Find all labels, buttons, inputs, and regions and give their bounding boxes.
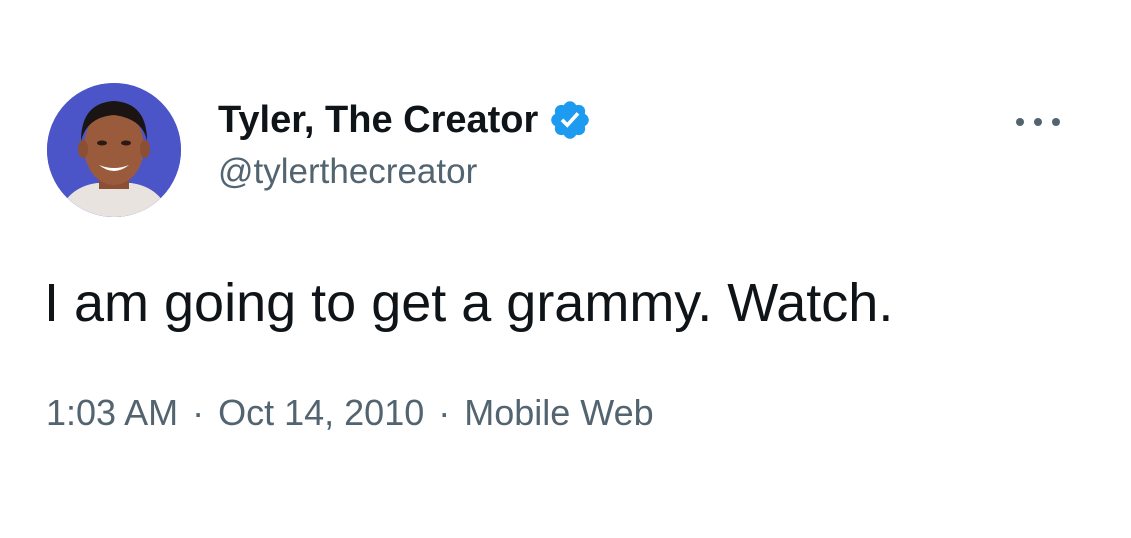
meta-separator: · [438,392,451,433]
more-dot [1034,118,1042,126]
tweet-metadata: 1:03 AM · Oct 14, 2010 · Mobile Web [46,390,654,436]
author-display-name[interactable]: Tyler, The Creator [218,96,538,144]
more-dot [1052,118,1060,126]
tweet-date-link[interactable]: Oct 14, 2010 [218,392,424,433]
verified-badge-icon [548,98,592,142]
tweet-author: Tyler, The Creator @tylerthecreator [218,96,592,194]
tweet-time-link[interactable]: 1:03 AM [46,392,178,433]
tweet-text: I am going to get a grammy. Watch. [44,273,894,333]
author-handle[interactable]: @tylerthecreator [218,150,592,194]
more-options-icon[interactable] [1016,112,1060,132]
tweet-source: Mobile Web [464,392,654,433]
more-dot [1016,118,1024,126]
avatar[interactable] [47,83,181,217]
avatar-image [47,83,181,217]
author-name-row: Tyler, The Creator [218,96,592,144]
meta-separator: · [192,392,205,433]
tweet-card: Tyler, The Creator @tylerthecreator I am… [0,0,1131,538]
